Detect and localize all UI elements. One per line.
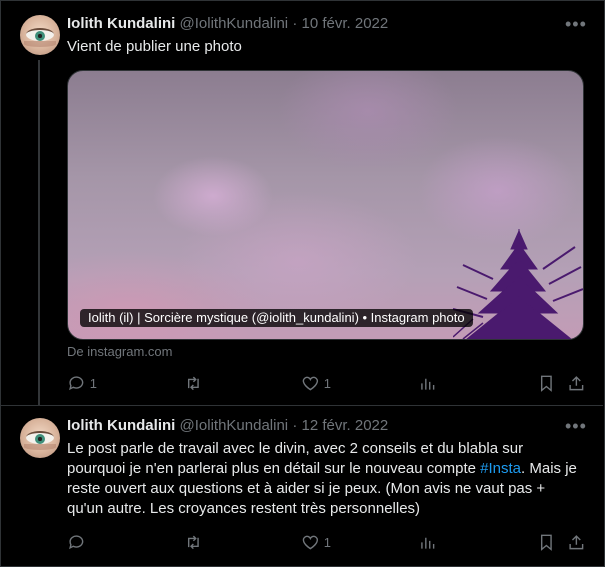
header-separator: · <box>292 417 298 434</box>
tweet-text: Le post parle de travail avec le divin, … <box>67 439 579 519</box>
bookmark-icon <box>540 375 552 392</box>
heart-icon <box>302 376 319 391</box>
author-handle[interactable]: @IolithKundalini <box>180 15 289 32</box>
tweet-text: Vient de publier une photo <box>67 38 242 55</box>
card-caption: Iolith (il) | Sorcière mystique (@iolith… <box>80 309 473 327</box>
avatar-cheek <box>24 444 56 450</box>
share-button[interactable] <box>567 373 586 393</box>
reply-button[interactable]: 1 <box>67 373 97 393</box>
views-button[interactable] <box>418 373 441 393</box>
views-button[interactable] <box>418 532 441 552</box>
tweet-divider <box>0 405 603 406</box>
like-count: 1 <box>323 534 331 550</box>
link-card-image[interactable]: Iolith (il) | Sorcière mystique (@iolith… <box>67 70 584 340</box>
avatar-iris <box>35 31 45 41</box>
avatar[interactable] <box>20 418 60 458</box>
tweet-date[interactable]: 10 févr. 2022 <box>301 15 388 32</box>
tweet-header: Iolith Kundalini @IolithKundalini · 12 f… <box>67 416 388 436</box>
tweet-actions: 1 1 <box>67 373 587 393</box>
avatar-iris <box>35 434 45 444</box>
header-separator: · <box>292 15 298 32</box>
like-button[interactable]: 1 <box>301 373 331 393</box>
tweet-date[interactable]: 12 févr. 2022 <box>301 417 388 434</box>
author-handle[interactable]: @IolithKundalini <box>180 417 289 434</box>
share-icon <box>569 375 584 390</box>
like-count: 1 <box>323 375 331 391</box>
views-icon <box>421 378 435 390</box>
avatar-eye <box>26 28 54 41</box>
more-options-icon[interactable]: ••• <box>565 417 586 439</box>
tweet-text-part: Le post parle de travail avec le divin, … <box>67 440 524 477</box>
more-options-icon[interactable]: ••• <box>565 15 586 37</box>
retweet-icon <box>187 376 199 390</box>
retweet-icon <box>187 535 199 549</box>
retweet-button[interactable] <box>184 373 207 393</box>
bookmark-button[interactable] <box>537 373 556 393</box>
bookmark-button[interactable] <box>537 532 556 552</box>
views-icon <box>421 537 435 549</box>
reply-icon <box>69 535 84 549</box>
reply-icon <box>69 376 84 390</box>
author-name[interactable]: Iolith Kundalini <box>67 15 175 32</box>
avatar[interactable] <box>20 15 60 55</box>
tweet-header: Iolith Kundalini @IolithKundalini · 10 f… <box>67 14 388 34</box>
share-button[interactable] <box>567 532 586 552</box>
heart-icon <box>302 535 319 550</box>
like-button[interactable]: 1 <box>301 532 331 552</box>
avatar-eye <box>26 431 54 444</box>
retweet-button[interactable] <box>184 532 207 552</box>
author-name[interactable]: Iolith Kundalini <box>67 417 175 434</box>
share-icon <box>569 534 584 549</box>
bookmark-icon <box>540 534 552 551</box>
tweet-actions: 1 <box>67 532 587 552</box>
hashtag-link[interactable]: #Insta <box>480 460 521 477</box>
reply-button[interactable] <box>67 532 90 552</box>
reply-count: 1 <box>89 375 97 391</box>
avatar-cheek <box>24 41 56 47</box>
thread-connector-line <box>38 60 40 406</box>
card-source[interactable]: De instagram.com <box>67 344 172 360</box>
